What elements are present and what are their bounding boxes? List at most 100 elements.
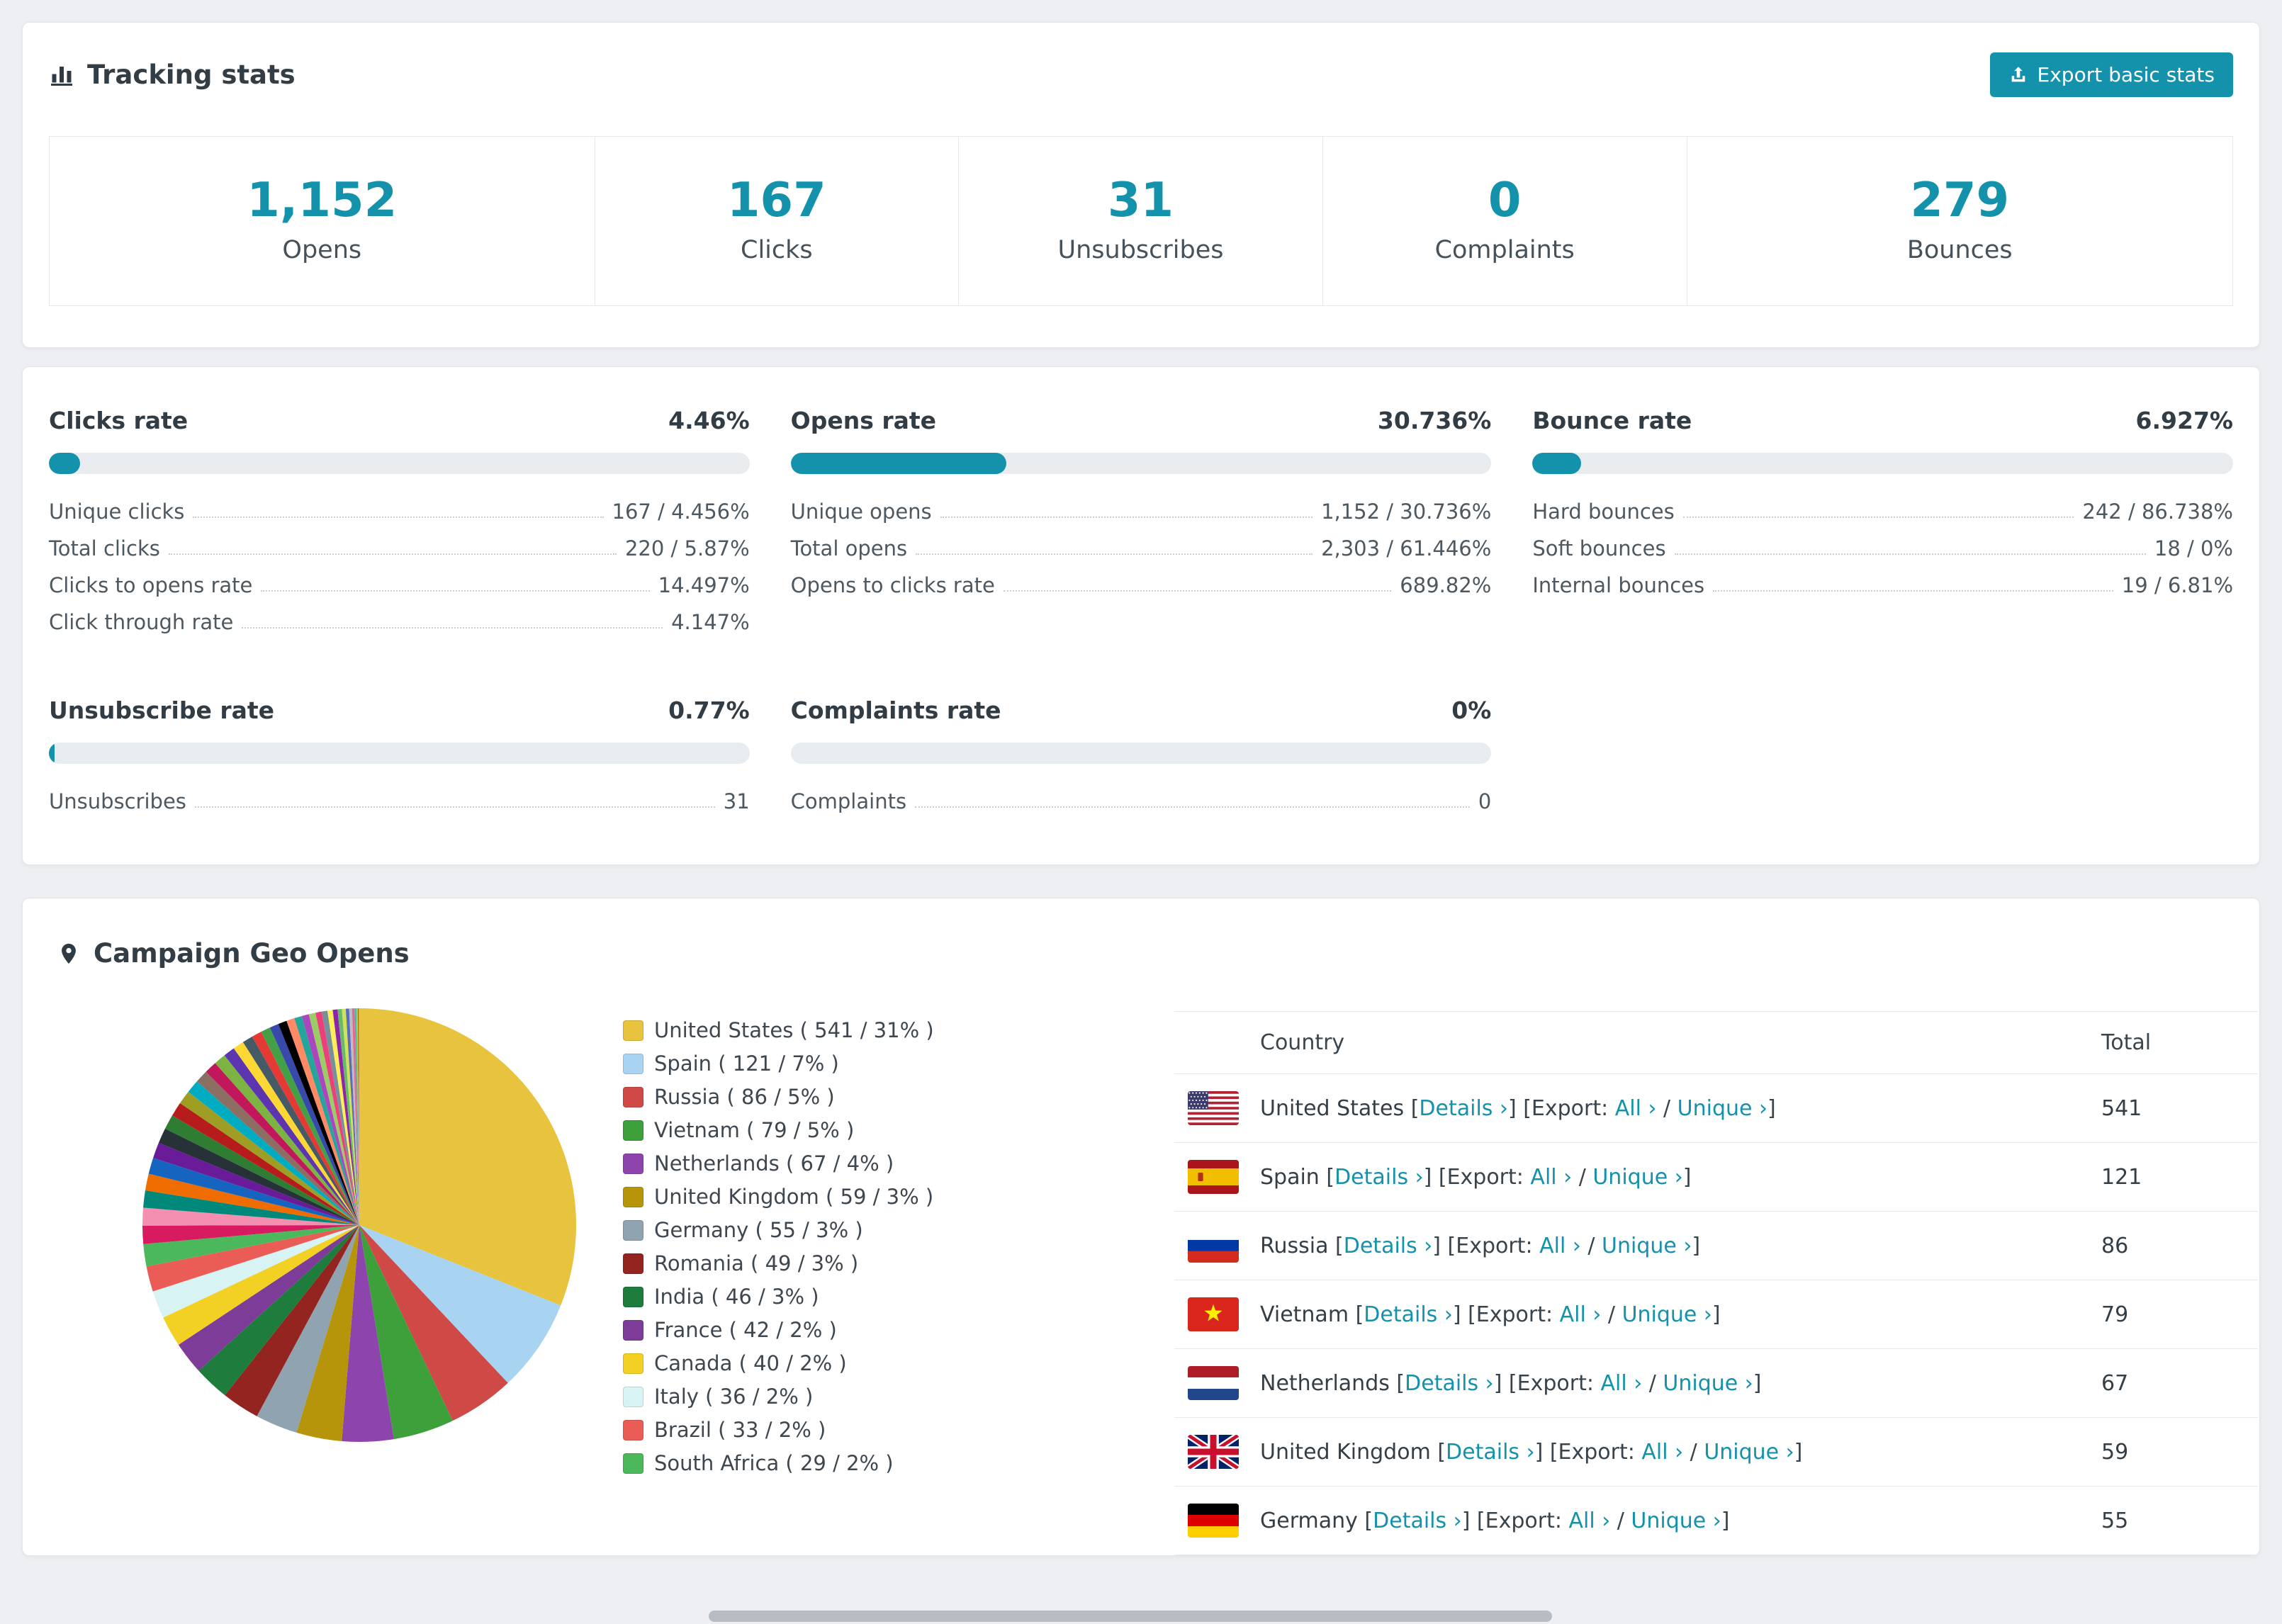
stat-box: 279 Bounces xyxy=(1686,136,2233,306)
legend-swatch xyxy=(623,1120,643,1141)
stat-line: Unsubscribes 31 xyxy=(49,789,750,813)
rate-header: Unsubscribe rate 0.77% xyxy=(49,697,750,724)
bracket-text: / xyxy=(1656,1095,1677,1121)
export-all-link[interactable]: All › xyxy=(1641,1440,1683,1465)
export-all-link[interactable]: All › xyxy=(1600,1371,1642,1396)
stat-box: 167 Clicks xyxy=(594,136,960,306)
dotted-leader xyxy=(1713,590,2113,592)
country-total: 59 xyxy=(2101,1439,2129,1465)
rate-percent-value: 0% xyxy=(1451,697,1492,724)
dotted-leader xyxy=(194,806,715,808)
geo-opens-card: Campaign Geo Opens United States ( 541 /… xyxy=(22,898,2260,1556)
bracket-text: ] [Export: xyxy=(1507,1095,1615,1121)
gb-flag-icon xyxy=(1188,1435,1239,1469)
ru-flag-icon xyxy=(1188,1229,1239,1263)
stat-line: Complaints 0 xyxy=(791,789,1492,813)
export-unique-link[interactable]: Unique › xyxy=(1704,1440,1794,1465)
export-all-link[interactable]: All › xyxy=(1568,1509,1610,1533)
bracket-text: ] xyxy=(1753,1370,1762,1396)
stat-line-value: 220 / 5.87% xyxy=(624,536,750,560)
tracking-stats-card: Tracking stats Export basic stats 1,152 O… xyxy=(22,22,2260,348)
rate-title: Unsubscribe rate xyxy=(49,697,275,724)
details-link[interactable]: Details › xyxy=(1446,1440,1535,1465)
export-unique-link[interactable]: Unique › xyxy=(1592,1165,1682,1190)
export-button-label: Export basic stats xyxy=(2037,63,2215,86)
export-all-link[interactable]: All › xyxy=(1615,1096,1657,1121)
bracket-text: [ xyxy=(1335,1233,1344,1258)
stat-label: Unsubscribes xyxy=(1057,236,1224,264)
table-row: Netherlands [Details ›] [Export: All › /… xyxy=(1174,1349,2258,1418)
legend-swatch xyxy=(623,1153,643,1174)
legend-item: United Kingdom ( 59 / 3% ) xyxy=(623,1185,934,1209)
bracket-text: ] [Export: xyxy=(1534,1439,1642,1465)
export-unique-link[interactable]: Unique › xyxy=(1677,1096,1767,1121)
bracket-text: [ xyxy=(1437,1439,1446,1465)
bracket-text: ] xyxy=(1794,1439,1803,1465)
details-link[interactable]: Details › xyxy=(1364,1302,1453,1327)
rate-title: Opens rate xyxy=(790,407,937,434)
stat-value: 31 xyxy=(1107,172,1174,227)
rate-title: Bounce rate xyxy=(1532,407,1692,434)
horizontal-scrollbar-thumb[interactable] xyxy=(709,1611,1552,1622)
dotted-leader xyxy=(168,553,617,555)
table-row: United States [Details ›] [Export: All ›… xyxy=(1174,1074,2258,1143)
stat-line-value: 1,152 / 30.736% xyxy=(1321,500,1492,524)
details-link[interactable]: Details › xyxy=(1334,1165,1424,1190)
stat-line: Total opens 2,303 / 61.446% xyxy=(791,536,1492,560)
stat-box: 31 Unsubscribes xyxy=(958,136,1323,306)
progress-bar xyxy=(1532,453,1581,474)
bracket-text: / xyxy=(1601,1302,1622,1327)
bracket-text: / xyxy=(1572,1164,1593,1190)
rate-title: Complaints rate xyxy=(790,697,1001,724)
legend-item: Romania ( 49 / 3% ) xyxy=(623,1251,934,1275)
dashboard-page: Tracking stats Export basic stats 1,152 O… xyxy=(0,0,2282,1578)
stat-label: Complaints xyxy=(1434,236,1575,264)
geo-pie-chart xyxy=(142,1008,577,1442)
country-cell: United States [Details ›] [Export: All ›… xyxy=(1174,1091,2101,1125)
stat-line-value: 0 xyxy=(1478,789,1492,813)
legend-swatch xyxy=(623,1253,643,1274)
country-cell: Netherlands [Details ›] [Export: All › /… xyxy=(1174,1366,2101,1400)
export-unique-link[interactable]: Unique › xyxy=(1631,1509,1721,1533)
export-all-link[interactable]: All › xyxy=(1539,1234,1581,1258)
bracket-text: ] xyxy=(1682,1164,1692,1190)
stat-line-value: 4.147% xyxy=(671,610,750,634)
stat-line-label: Internal bounces xyxy=(1532,573,1705,597)
bracket-text: ] [Export: xyxy=(1493,1370,1601,1396)
bracket-text: [ xyxy=(1326,1164,1335,1190)
stat-line-label: Total opens xyxy=(790,536,908,560)
rate-title: Clicks rate xyxy=(49,407,189,434)
export-unique-link[interactable]: Unique › xyxy=(1602,1234,1692,1258)
legend-item: Russia ( 86 / 5% ) xyxy=(623,1085,934,1109)
country-name: Netherlands xyxy=(1260,1370,1397,1396)
details-link[interactable]: Details › xyxy=(1405,1371,1494,1396)
legend-swatch xyxy=(623,1386,643,1407)
dotted-leader xyxy=(916,553,1313,555)
country-name: United Kingdom xyxy=(1260,1439,1438,1465)
legend-swatch xyxy=(623,1419,643,1440)
stat-line-value: 14.497% xyxy=(658,573,750,597)
bracket-text: ] xyxy=(1767,1095,1776,1121)
details-link[interactable]: Details › xyxy=(1344,1234,1433,1258)
export-unique-link[interactable]: Unique › xyxy=(1663,1371,1753,1396)
legend-swatch xyxy=(623,1053,643,1074)
bracket-text: ] xyxy=(1712,1302,1721,1327)
legend-swatch xyxy=(623,1353,643,1374)
country-total: 541 xyxy=(2101,1095,2142,1121)
export-all-link[interactable]: All › xyxy=(1560,1302,1602,1327)
bracket-text: ] [Export: xyxy=(1432,1233,1540,1258)
export-basic-stats-button[interactable]: Export basic stats xyxy=(1989,52,2233,97)
bracket-text: ] xyxy=(1721,1508,1730,1533)
country-cell: United Kingdom [Details ›] [Export: All … xyxy=(1174,1435,2101,1469)
stat-line-label: Unique clicks xyxy=(49,500,185,524)
details-link[interactable]: Details › xyxy=(1373,1509,1462,1533)
export-unique-link[interactable]: Unique › xyxy=(1622,1302,1712,1327)
details-link[interactable]: Details › xyxy=(1419,1096,1508,1121)
stat-line-label: Hard bounces xyxy=(1532,500,1675,524)
export-icon xyxy=(2008,65,2028,85)
export-all-link[interactable]: All › xyxy=(1530,1165,1572,1190)
bracket-text: ] [Export: xyxy=(1461,1508,1569,1533)
legend-label: India ( 46 / 3% ) xyxy=(654,1285,819,1309)
bracket-text: [ xyxy=(1410,1095,1420,1121)
legend-item: Spain ( 121 / 7% ) xyxy=(623,1051,934,1076)
